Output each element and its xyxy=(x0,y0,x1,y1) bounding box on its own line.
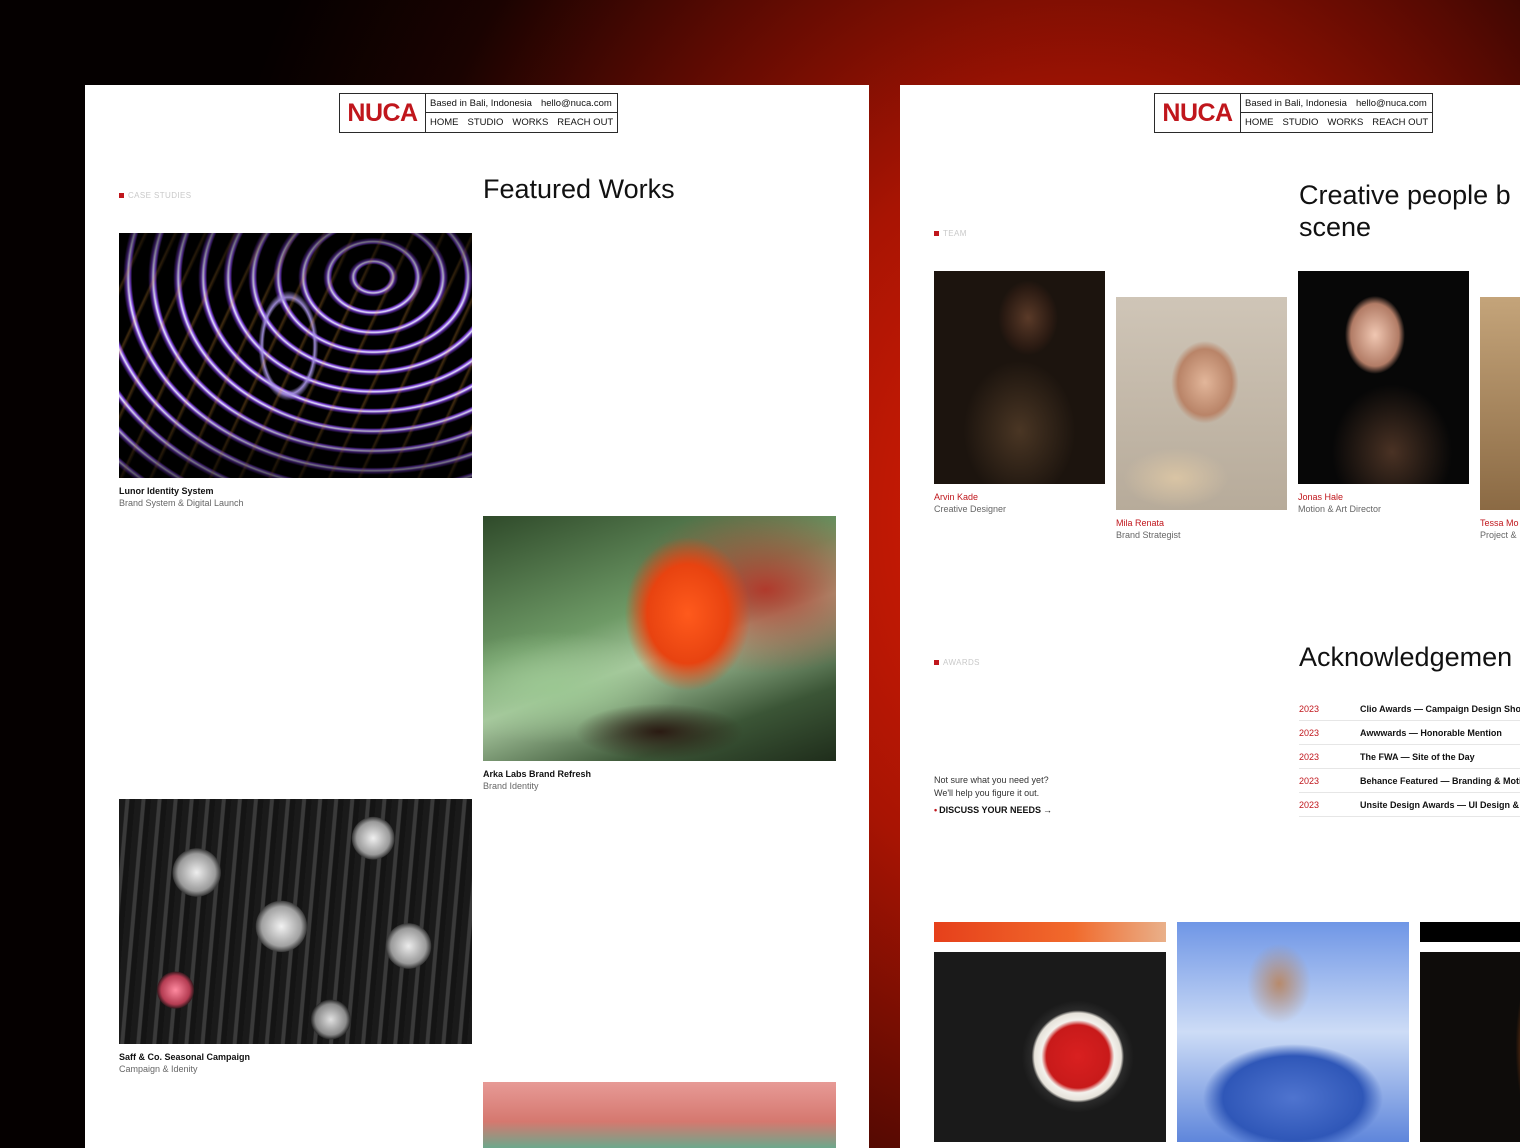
nav-reach-out[interactable]: REACH OUT xyxy=(1372,117,1428,128)
awards-title: Acknowledgemen xyxy=(1299,642,1513,672)
cta-link-label: DISCUSS YOUR NEEDS xyxy=(939,805,1042,815)
member-photo[interactable] xyxy=(1480,297,1520,510)
work-card[interactable]: Saff & Co. Seasonal Campaign Campaign & … xyxy=(119,799,472,1074)
nav-home[interactable]: HOME xyxy=(1245,117,1274,128)
work-card[interactable]: Arka Labs Brand Refresh Brand Identity xyxy=(483,516,836,791)
award-title: Behance Featured — Branding & Motic xyxy=(1360,775,1520,786)
work-image[interactable] xyxy=(483,1082,836,1148)
square-bullet-icon xyxy=(934,660,939,665)
work-image[interactable] xyxy=(119,233,472,478)
award-title: The FWA — Site of the Day xyxy=(1360,751,1475,762)
member-name: Tessa Mo xyxy=(1480,518,1519,528)
gallery-image[interactable] xyxy=(934,952,1166,1142)
award-row: 2023 Awwwards — Honorable Mention xyxy=(1299,721,1520,745)
awards-list: 2023 Clio Awards — Campaign Design Shor … xyxy=(1299,697,1520,817)
square-bullet-icon xyxy=(934,231,939,236)
member-role: Project & xyxy=(1480,530,1517,540)
member-name: Mila Renata xyxy=(1116,518,1165,528)
award-year: 2023 xyxy=(1299,703,1320,714)
team-title: Creative people b scene xyxy=(1299,180,1511,242)
team-member[interactable]: Mila Renata Brand Strategist xyxy=(1116,297,1287,540)
nav-home[interactable]: HOME xyxy=(430,117,459,128)
location-text: Based in Bali, Indonesia xyxy=(430,97,532,109)
member-role: Creative Designer xyxy=(934,504,1007,514)
nav-reach-out[interactable]: REACH OUT xyxy=(557,117,613,128)
award-title: Awwwards — Honorable Mention xyxy=(1360,727,1502,738)
nav-studio[interactable]: STUDIO xyxy=(468,117,504,128)
team-member[interactable]: Arvin Kade Creative Designer xyxy=(934,271,1105,514)
work-subtitle: Brand System & Digital Launch xyxy=(119,498,244,508)
member-photo[interactable] xyxy=(1116,297,1287,510)
award-year: 2023 xyxy=(1299,799,1320,810)
team-member[interactable]: Jonas Hale Motion & Art Director xyxy=(1298,271,1469,514)
cta-line-2: We'll help you figure it out. xyxy=(934,788,1040,798)
work-subtitle: Brand Identity xyxy=(483,781,539,791)
work-image[interactable] xyxy=(119,799,472,1044)
work-title: Lunor Identity System xyxy=(119,486,214,496)
award-row: 2023 The FWA — Site of the Day xyxy=(1299,745,1520,769)
logo[interactable]: NUCA xyxy=(340,94,426,132)
member-photo[interactable] xyxy=(934,271,1105,484)
nav-works[interactable]: WORKS xyxy=(1327,117,1363,128)
gallery-item[interactable] xyxy=(1177,922,1409,1142)
section-tag-team: TEAM xyxy=(934,229,967,238)
gallery-bar xyxy=(1420,922,1520,942)
section-tag-case-studies: CASE STUDIES xyxy=(119,191,191,200)
work-image[interactable] xyxy=(483,516,836,761)
award-year: 2023 xyxy=(1299,727,1320,738)
square-bullet-icon xyxy=(119,193,124,198)
work-card[interactable]: Lunor Identity System Brand System & Dig… xyxy=(119,233,472,508)
email-link[interactable]: hello@nuca.com xyxy=(541,98,612,109)
cta-block: Not sure what you need yet? We'll help y… xyxy=(934,774,1052,817)
gallery-item[interactable] xyxy=(1420,922,1520,1142)
award-year: 2023 xyxy=(1299,775,1320,786)
member-role: Brand Strategist xyxy=(1116,530,1181,540)
arrow-right-icon: → xyxy=(1043,805,1053,815)
cta-line-1: Not sure what you need yet? xyxy=(934,775,1049,785)
award-row: 2023 Clio Awards — Campaign Design Shor xyxy=(1299,697,1520,721)
page-featured-works: NUCA Based in Bali, Indonesia hello@nuca… xyxy=(85,85,869,1148)
work-title: Arka Labs Brand Refresh xyxy=(483,769,592,779)
work-title: Saff & Co. Seasonal Campaign xyxy=(119,1052,251,1062)
member-name: Jonas Hale xyxy=(1298,492,1344,502)
member-photo[interactable] xyxy=(1298,271,1469,484)
award-title: Clio Awards — Campaign Design Shor xyxy=(1360,703,1520,714)
team-member[interactable]: Tessa Mo Project & xyxy=(1480,297,1520,540)
work-card[interactable] xyxy=(483,1082,836,1148)
award-row: 2023 Behance Featured — Branding & Motic xyxy=(1299,769,1520,793)
bullet-icon: • xyxy=(934,805,938,815)
logo[interactable]: NUCA xyxy=(1155,94,1241,132)
award-year: 2023 xyxy=(1299,751,1320,762)
member-role: Motion & Art Director xyxy=(1298,504,1382,514)
nav-works[interactable]: WORKS xyxy=(512,117,548,128)
site-header: NUCA Based in Bali, Indonesia hello@nuca… xyxy=(339,93,619,133)
page-title: Featured Works xyxy=(483,174,675,204)
site-header: NUCA Based in Bali, Indonesia hello@nuca… xyxy=(1154,93,1434,133)
email-link[interactable]: hello@nuca.com xyxy=(1356,98,1427,109)
member-name: Arvin Kade xyxy=(934,492,979,502)
discuss-needs-link[interactable]: • DISCUSS YOUR NEEDS → xyxy=(934,804,1052,817)
award-row: 2023 Unsite Design Awards — UI Design & … xyxy=(1299,793,1520,817)
gallery-item[interactable] xyxy=(934,922,1166,1142)
award-title: Unsite Design Awards — UI Design & I xyxy=(1360,799,1520,810)
work-subtitle: Campaign & Idenity xyxy=(119,1064,198,1074)
gallery-bar xyxy=(934,922,1166,942)
page-studio: NUCA Based in Bali, Indonesia hello@nuca… xyxy=(900,85,1520,1148)
gallery-image[interactable] xyxy=(1177,922,1409,1142)
section-tag-awards: AWARDS xyxy=(934,658,980,667)
gallery-image[interactable] xyxy=(1420,952,1520,1142)
location-text: Based in Bali, Indonesia xyxy=(1245,97,1347,109)
nav-studio[interactable]: STUDIO xyxy=(1283,117,1319,128)
